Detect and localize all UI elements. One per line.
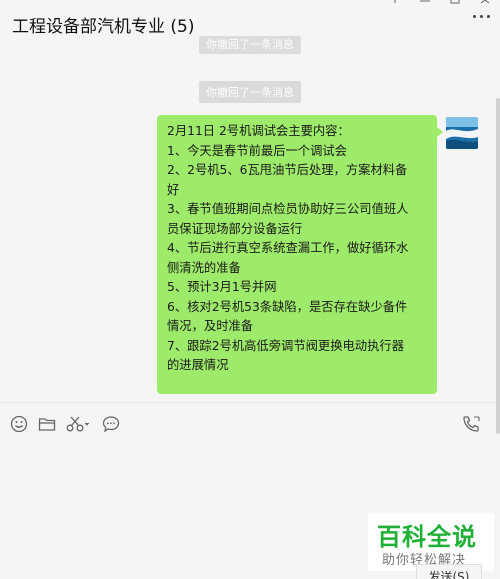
message-line: 2月11日 2号机调试会主要内容： xyxy=(167,124,350,138)
send-button[interactable]: 发送(S) xyxy=(416,564,482,579)
message-line: 5、预计3月1号并网 xyxy=(167,280,277,294)
message-line: 的进展情况 xyxy=(167,358,229,372)
message-line: 6、核对2号机53条缺陷，是否存在缺少备件 xyxy=(167,299,408,314)
message-bubble[interactable]: 2月11日 2号机调试会主要内容： 1、今天是春节前最后一个调试会 2、2号机5… xyxy=(157,115,443,394)
message-line: 7、跟踪2号机高低旁调节阀更换电动执行器 xyxy=(167,338,404,353)
chat-scrollbar[interactable] xyxy=(496,98,500,434)
chat-bubble-icon[interactable] xyxy=(102,415,124,437)
emoji-icon[interactable] xyxy=(10,415,32,437)
message-line: 侧清洗的准备 xyxy=(167,260,241,275)
phone-icon[interactable] xyxy=(462,415,484,437)
minimize-icon[interactable] xyxy=(410,0,440,8)
watermark-logo: 百科全说 助你轻松解决 xyxy=(368,513,494,571)
chat-messages: 你撤回了一条消息 你撤回了一条消息 2月11日 2号机调试会主要内容： 1、今天… xyxy=(0,36,500,434)
message-line: 好 xyxy=(167,182,180,197)
message-line: 4、节后进行真空系统查漏工作，做好循环水 xyxy=(167,241,409,255)
window-controls xyxy=(380,0,500,8)
system-message: 你撤回了一条消息 xyxy=(199,81,301,103)
input-toolbar xyxy=(0,415,500,443)
close-icon[interactable] xyxy=(470,0,500,8)
watermark-title: 百科全说 xyxy=(377,523,477,551)
message-line: 员保证现场部分设备运行 xyxy=(167,221,303,236)
chat-title: 工程设备部汽机专业 (5) xyxy=(12,17,195,37)
folder-icon[interactable] xyxy=(38,415,60,437)
message-line: 3、春节值班期间点检员协助好三公司值班人 xyxy=(167,202,409,216)
avatar[interactable] xyxy=(446,117,478,149)
pin-icon[interactable] xyxy=(380,0,410,8)
message-line: 2、2号机5、6瓦甩油节后处理，方案材料备 xyxy=(167,163,408,177)
more-options-icon[interactable] xyxy=(473,15,490,18)
system-message: 你撤回了一条消息 xyxy=(199,36,301,54)
maximize-icon[interactable] xyxy=(440,0,470,8)
scissors-icon[interactable] xyxy=(66,415,92,437)
message-line: 1、今天是春节前最后一个调试会 xyxy=(167,143,347,158)
message-line: 情况，及时准备 xyxy=(167,319,254,333)
chat-window: 工程设备部汽机专业 (5) 你撤回了一条消息 你撤回了一条消息 2月11日 2号… xyxy=(0,0,500,579)
